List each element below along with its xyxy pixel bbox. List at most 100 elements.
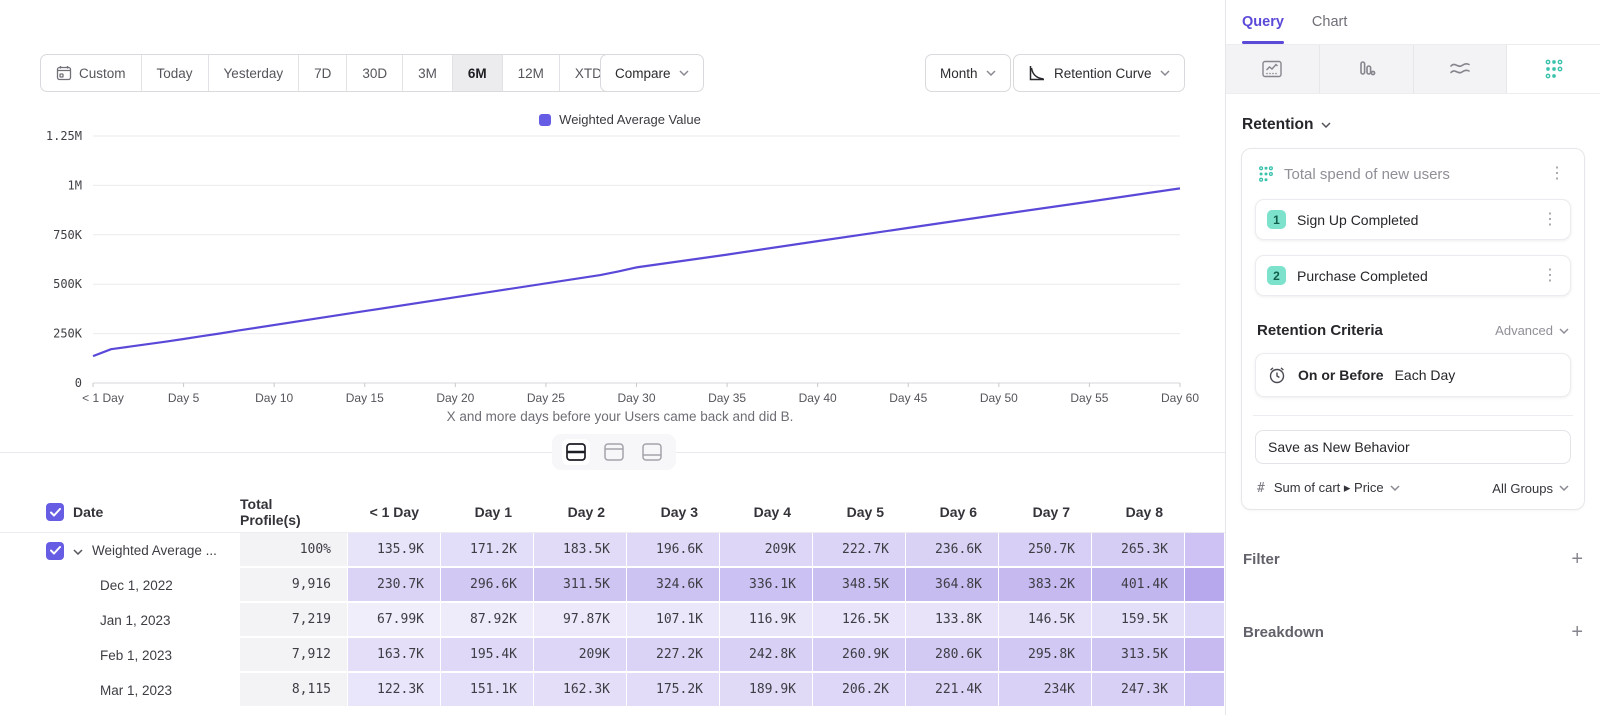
chart-type-bar[interactable] [1320,45,1414,93]
criteria-mode-dropdown[interactable]: Advanced [1495,323,1569,338]
compare-button[interactable]: Compare [600,54,704,92]
column-header[interactable]: Day 6 [906,492,999,532]
add-breakdown-icon[interactable]: + [1571,621,1583,644]
breakdown-section[interactable]: Breakdown + [1243,621,1583,644]
retention-value-cell[interactable]: 159.5K [1092,603,1185,638]
retention-section-label: Retention [1242,116,1313,134]
date-range-yesterday[interactable]: Yesterday [209,55,300,91]
table-only-view-button[interactable] [638,439,666,465]
retention-value-cell[interactable]: 324.6K [627,568,720,603]
retention-value-cell[interactable]: 122.3K [348,673,441,708]
save-as-new-behavior-button[interactable]: Save as New Behavior [1255,430,1571,464]
chart-style-dropdown[interactable]: Retention Curve [1013,54,1185,92]
retention-value-cell[interactable]: 209K [720,533,813,568]
retention-value-cell[interactable]: 97.87K [534,603,627,638]
column-header[interactable]: Day 7 [999,492,1092,532]
metric-group-dropdown[interactable]: All Groups [1492,481,1569,496]
retention-value-cell[interactable]: 87.92K [441,603,534,638]
retention-value-cell[interactable]: 250.7K [999,533,1092,568]
column-header[interactable]: Day 8 [1092,492,1185,532]
date-range-6m[interactable]: 6M [453,55,503,91]
retention-value-cell[interactable]: 206.2K [813,673,906,708]
retention-value-cell[interactable]: 196.6K [627,533,720,568]
column-header[interactable]: Day 2 [534,492,627,532]
column-header[interactable]: Day 3 [627,492,720,532]
metric-property-dropdown[interactable]: Sum of cart ▸ Price [1274,480,1483,496]
step-purchase-completed[interactable]: 2 Purchase Completed ⋮ [1255,255,1571,296]
select-all-checkbox[interactable] [46,503,64,521]
retention-value-cell[interactable]: 189.9K [720,673,813,708]
series-line-weighted-average-value[interactable] [93,188,1180,356]
chart-only-view-button[interactable] [600,439,628,465]
retention-value-cell[interactable]: 313.5K [1092,638,1185,673]
retention-timing-card[interactable]: On or Before Each Day [1255,353,1571,397]
tab-chart[interactable]: Chart [1312,0,1347,44]
step-menu-button[interactable]: ⋮ [1538,212,1562,228]
retention-value-cell[interactable]: 236.6K [906,533,999,568]
step-sign-up-completed[interactable]: 1 Sign Up Completed ⋮ [1255,199,1571,240]
retention-value-cell[interactable]: 183.5K [534,533,627,568]
column-header[interactable]: Day 5 [813,492,906,532]
date-range-custom[interactable]: Custom [41,55,142,91]
alarm-clock-icon [1267,365,1287,385]
retention-value-cell[interactable]: 107.1K [627,603,720,638]
retention-value-cell[interactable]: 295.8K [999,638,1092,673]
retention-section-header[interactable]: Retention [1242,116,1584,134]
chart-type-retention[interactable] [1507,45,1600,93]
date-range-3m[interactable]: 3M [403,55,453,91]
retention-value-cell[interactable]: 222.7K [813,533,906,568]
retention-value-cell[interactable]: 67.99K [348,603,441,638]
retention-value-cell[interactable]: 133.8K [906,603,999,638]
retention-value-cell[interactable]: 146.5K [999,603,1092,638]
date-range-today[interactable]: Today [142,55,209,91]
column-header-date[interactable]: Date [0,492,240,532]
retention-value-cell[interactable]: 336.1K [720,568,813,603]
retention-value-cell[interactable]: 364.8K [906,568,999,603]
retention-value-cell[interactable]: 296.6K [441,568,534,603]
retention-value-cell[interactable]: 221.4K [906,673,999,708]
retention-value-cell[interactable]: 247.3K [1092,673,1185,708]
retention-value-cell[interactable]: 135.9K [348,533,441,568]
retention-value-cell[interactable]: 163.7K [348,638,441,673]
retention-value-cell[interactable]: 162.3K [534,673,627,708]
retention-line-chart[interactable]: 0250K500K750K1M1.25M< 1 DayDay 5Day 10Da… [36,128,1200,410]
retention-value-cell[interactable]: 280.6K [906,638,999,673]
retention-value-cell[interactable]: 171.2K [441,533,534,568]
retention-value-cell[interactable]: 126.5K [813,603,906,638]
row-checkbox[interactable] [46,542,64,560]
retention-value-cell[interactable]: 209K [534,638,627,673]
date-range-12m[interactable]: 12M [503,55,560,91]
tab-query[interactable]: Query [1242,0,1284,44]
criteria-mode-label: Advanced [1495,323,1553,338]
retention-value-cell[interactable]: 348.5K [813,568,906,603]
retention-value-cell[interactable]: 401.4K [1092,568,1185,603]
retention-value-cell[interactable]: 383.2K [999,568,1092,603]
retention-value-cell[interactable]: 175.2K [627,673,720,708]
date-range-30d[interactable]: 30D [347,55,403,91]
retention-value-cell[interactable]: 195.4K [441,638,534,673]
split-view-button[interactable] [562,439,590,465]
add-filter-icon[interactable]: + [1571,548,1583,571]
retention-value-cell[interactable]: 151.1K [441,673,534,708]
chart-type-flow[interactable] [1414,45,1508,93]
retention-value-cell[interactable]: 265.3K [1092,533,1185,568]
retention-value-cell[interactable]: 116.9K [720,603,813,638]
expand-row-button[interactable] [73,542,83,560]
retention-value-cell[interactable]: 260.9K [813,638,906,673]
retention-value-cell[interactable]: 311.5K [534,568,627,603]
retention-value-cell[interactable]: 242.8K [720,638,813,673]
chart-type-line[interactable] [1226,45,1320,93]
results-table: DateTotal Profile(s)< 1 DayDay 1Day 2Day… [0,492,1225,708]
behavior-menu-button[interactable]: ⋮ [1545,166,1569,182]
column-header[interactable]: < 1 Day [348,492,441,532]
step-menu-button[interactable]: ⋮ [1538,268,1562,284]
retention-value-cell[interactable]: 234K [999,673,1092,708]
date-range-7d[interactable]: 7D [299,55,347,91]
column-header[interactable]: Day 1 [441,492,534,532]
filter-section[interactable]: Filter + [1243,548,1583,571]
retention-value-cell[interactable]: 230.7K [348,568,441,603]
column-header[interactable]: Total Profile(s) [240,492,348,532]
retention-value-cell[interactable]: 227.2K [627,638,720,673]
granularity-dropdown[interactable]: Month [925,54,1011,92]
column-header[interactable]: Day 4 [720,492,813,532]
